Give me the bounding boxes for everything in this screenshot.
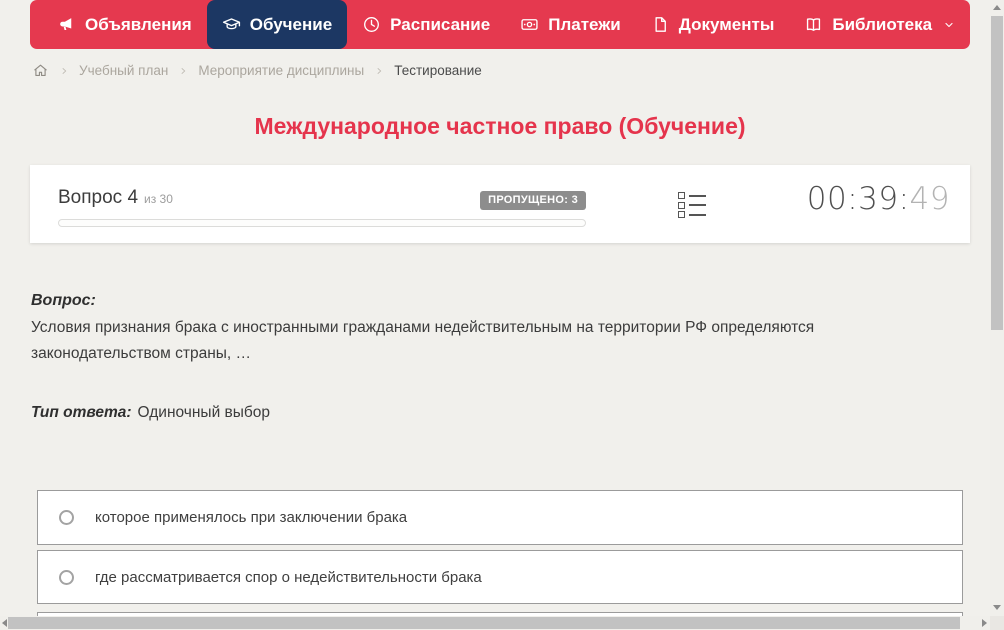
scroll-right-arrow-icon[interactable]	[982, 619, 987, 627]
nav-label: Платежи	[548, 14, 621, 34]
breadcrumb-separator-icon	[374, 66, 384, 76]
nav-label: Расписание	[390, 14, 491, 34]
radio-button[interactable]	[59, 510, 74, 525]
cash-icon	[520, 15, 539, 34]
timer-seconds: 49	[909, 181, 950, 217]
nav-item-library[interactable]: Библиотека	[789, 0, 970, 49]
countdown-timer: 00:39:49	[807, 181, 950, 217]
question-list-icon	[678, 211, 706, 218]
megaphone-icon	[57, 15, 76, 34]
question-number: Вопрос 4	[58, 187, 139, 208]
timer-minutes: 00:39:	[806, 181, 910, 217]
answer-option[interactable]: где рассматривается спор о недействитель…	[37, 550, 963, 604]
horizontal-scrollbar[interactable]	[0, 616, 990, 630]
progress-bar	[58, 219, 586, 227]
vertical-scrollbar-thumb[interactable]	[991, 16, 1003, 330]
nav-label: Библиотека	[832, 14, 933, 34]
quiz-header-card: Вопрос 4 из 30 ПРОПУЩЕНО: 3 00:39:49	[30, 165, 970, 243]
home-icon[interactable]	[32, 62, 49, 79]
breadcrumb-item-discipline-event[interactable]: Мероприятие дисциплины	[198, 63, 364, 78]
scroll-down-arrow-icon[interactable]	[993, 605, 1001, 610]
breadcrumb-separator-icon	[59, 66, 69, 76]
page-title: Международное частное право (Обучение)	[254, 113, 746, 139]
quiz-page: Объявления Обучение Расписание Платежи Д…	[0, 0, 1004, 630]
document-icon	[651, 15, 670, 34]
question-list-icon	[678, 192, 706, 199]
answer-option[interactable]: которое применялось при заключении брака	[37, 490, 963, 545]
nav-item-announcements[interactable]: Объявления	[42, 0, 207, 49]
nav-label: Объявления	[85, 14, 192, 34]
answer-type-value: Одиночный выбор	[137, 404, 271, 421]
chevron-down-icon	[943, 19, 955, 31]
open-book-icon	[804, 15, 823, 34]
question-total: из 30	[144, 192, 173, 206]
breadcrumb: Учебный план Мероприятие дисциплины Тест…	[32, 62, 482, 79]
question-list-button[interactable]	[678, 192, 706, 218]
question-progress-block: Вопрос 4 из 30 ПРОПУЩЕНО: 3	[58, 187, 586, 227]
question-list-icon	[678, 201, 706, 209]
nav-label: Обучение	[249, 14, 333, 34]
scroll-left-arrow-icon[interactable]	[2, 619, 7, 627]
answer-type: Тип ответа: Одиночный выбор	[31, 404, 270, 422]
question-text: Условия признания брака с иностранными г…	[31, 319, 815, 362]
skipped-badge: ПРОПУЩЕНО: 3	[480, 191, 586, 210]
radio-button[interactable]	[59, 569, 74, 585]
scroll-up-arrow-icon[interactable]	[993, 5, 1001, 10]
scrollbar-corner	[990, 616, 1004, 630]
nav-label: Документы	[678, 14, 775, 34]
answer-option-label: которое применялось при заключении брака	[95, 509, 408, 526]
breadcrumb-separator-icon	[178, 66, 188, 76]
vertical-scrollbar[interactable]	[990, 0, 1004, 616]
nav-item-schedule[interactable]: Расписание	[347, 0, 505, 49]
nav-item-payments[interactable]: Платежи	[505, 0, 636, 49]
clock-icon	[362, 15, 381, 34]
answer-type-label: Тип ответа:	[31, 404, 132, 421]
horizontal-scrollbar-thumb[interactable]	[8, 617, 960, 629]
nav-item-documents[interactable]: Документы	[636, 0, 790, 49]
breadcrumb-item-testing: Тестирование	[394, 63, 482, 78]
top-navigation: Объявления Обучение Расписание Платежи Д…	[30, 0, 970, 49]
answer-option-label: где рассматривается спор о недействитель…	[95, 568, 482, 586]
question-heading: Вопрос:	[31, 292, 96, 309]
graduation-cap-icon	[222, 15, 241, 34]
breadcrumb-item-curriculum[interactable]: Учебный план	[79, 63, 168, 78]
nav-item-learning[interactable]: Обучение	[206, 0, 348, 49]
